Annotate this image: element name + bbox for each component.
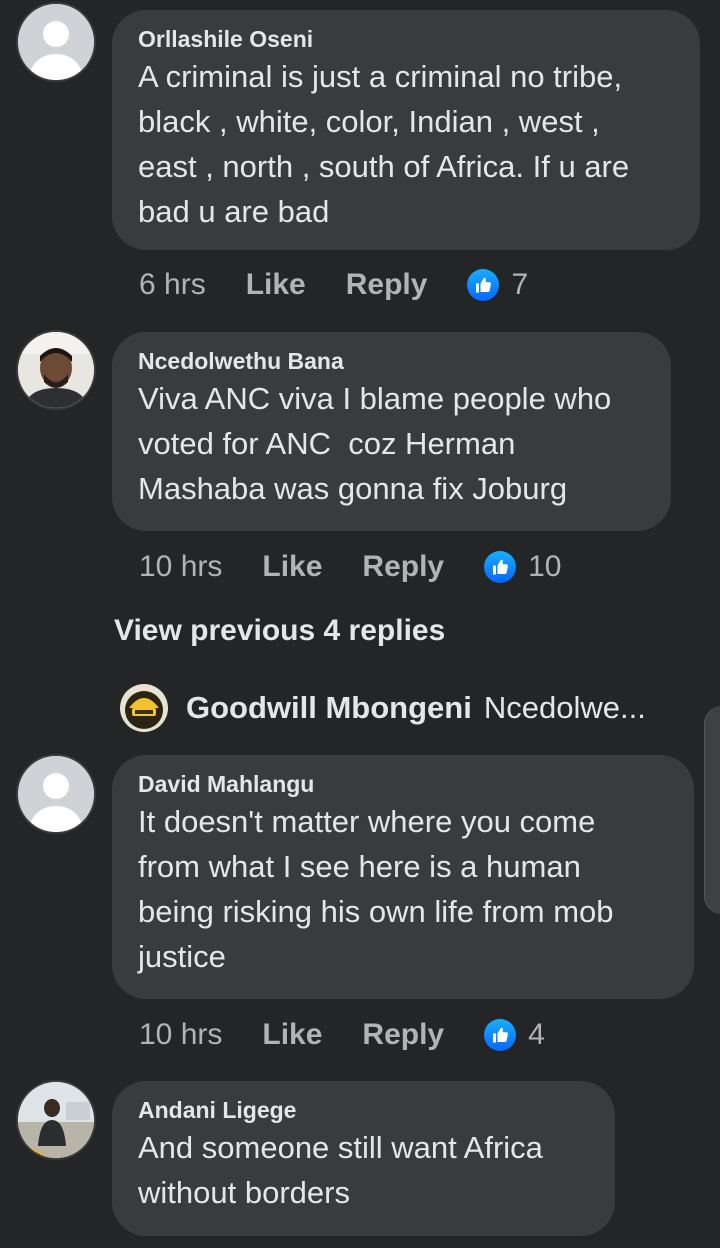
reply-button[interactable]: Reply [362,1018,444,1052]
comment-actions: 10 hrs Like Reply 10 [139,547,562,587]
comment-time[interactable]: 6 hrs [139,268,206,302]
like-thumb-icon [484,1019,517,1051]
comment-author[interactable]: David Mahlangu [138,769,668,799]
comment-author[interactable]: Orllashile Oseni [138,24,674,54]
avatar[interactable] [18,756,94,832]
reaction-count: 4 [528,1018,545,1051]
comment-author[interactable]: Ncedolwethu Bana [138,346,645,376]
comment-time[interactable]: 10 hrs [139,1018,222,1052]
reply-author: Goodwill Mbongeni [186,690,472,725]
reply-button[interactable]: Reply [346,268,428,302]
comment-text: It doesn't matter where you come from wh… [138,804,614,974]
comment-bubble: Andani Ligege And someone still want Afr… [112,1081,615,1236]
default-avatar-icon [18,4,94,80]
like-button[interactable]: Like [246,268,306,302]
reaction-summary[interactable]: 10 [484,550,562,584]
comment-bubble: David Mahlangu It doesn't matter where y… [112,755,694,999]
avatar[interactable] [18,1082,94,1158]
comment-time[interactable]: 10 hrs [139,550,222,584]
comment-bubble: Orllashile Oseni A criminal is just a cr… [112,10,700,250]
comment-actions: 6 hrs Like Reply 7 [139,265,528,305]
reaction-summary[interactable]: 4 [484,1018,545,1052]
avatar[interactable] [120,684,168,732]
like-thumb-icon [484,551,517,583]
comment-author[interactable]: Andani Ligege [138,1095,589,1125]
default-avatar-icon [18,756,94,832]
reply-button[interactable]: Reply [362,550,444,584]
comment-text: And someone still want Africa without bo… [138,1130,543,1210]
comment-actions: 10 hrs Like Reply 4 [139,1015,545,1055]
avatar[interactable] [18,4,94,80]
reply-preview[interactable]: Goodwill Mbongeni Ncedolwe... [120,684,646,732]
reaction-summary[interactable]: 7 [467,268,528,302]
profile-photo [18,332,94,408]
reply-snippet: Ncedolwe... [483,690,646,725]
reaction-count: 7 [511,268,529,301]
comment-text: A criminal is just a criminal no tribe, … [138,59,630,229]
comment-text: Viva ANC viva I blame people who voted f… [138,381,612,506]
reaction-count: 10 [528,550,562,583]
scrollbar-handle[interactable] [705,706,720,914]
like-button[interactable]: Like [262,550,322,584]
view-previous-replies-link[interactable]: View previous 4 replies [114,614,445,648]
profile-photo [120,684,168,732]
avatar[interactable] [18,332,94,408]
comment-bubble: Ncedolwethu Bana Viva ANC viva I blame p… [112,332,671,531]
profile-photo [18,1082,94,1158]
like-button[interactable]: Like [262,1018,322,1052]
like-thumb-icon [467,269,500,301]
